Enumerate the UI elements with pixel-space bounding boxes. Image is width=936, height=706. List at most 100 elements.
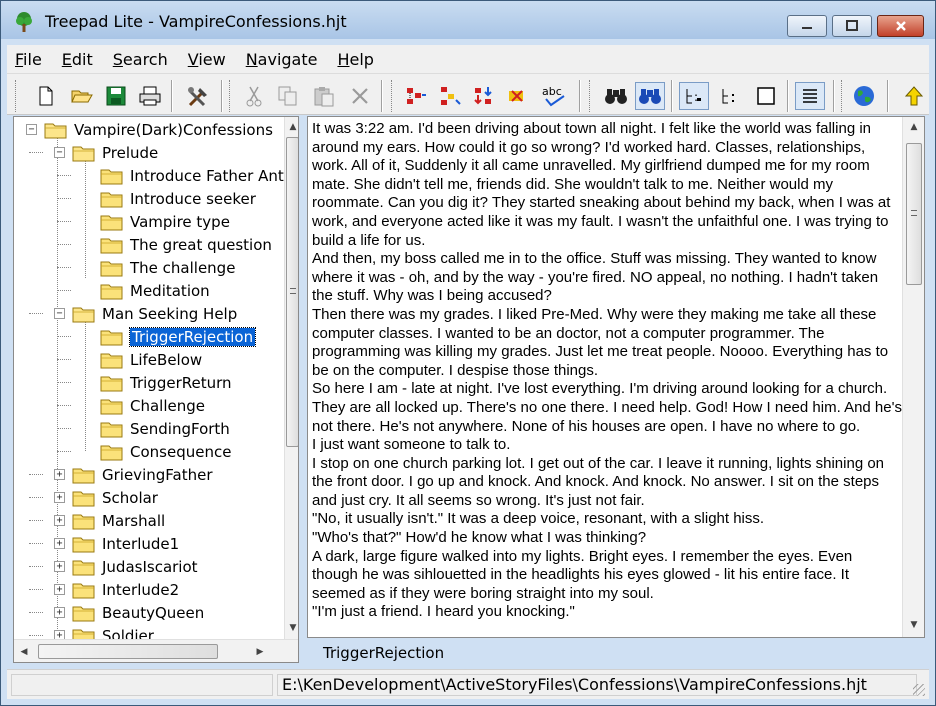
tree-node-label[interactable]: Challenge (130, 397, 205, 415)
toolbar-grip[interactable] (15, 80, 18, 112)
tree-node[interactable]: SendingForth (100, 417, 230, 440)
scroll-right-arrow-icon[interactable]: ▶ (252, 644, 268, 660)
article-text-pane[interactable]: It was 3:22 am. I'd been driving about t… (307, 116, 925, 638)
print-button[interactable] (135, 82, 165, 110)
title-bar[interactable]: Treepad Lite - VampireConfessions.hjt (1, 1, 935, 39)
tree-node[interactable]: Interlude2 (72, 578, 179, 601)
tree-node[interactable]: Prelude (72, 141, 158, 164)
save-button[interactable] (101, 82, 131, 110)
expand-toggle-icon[interactable]: + (54, 469, 65, 480)
scroll-down-arrow-icon[interactable]: ▼ (285, 620, 298, 636)
expand-toggle-icon[interactable]: + (54, 515, 65, 526)
tree-node-label[interactable]: GrievingFather (102, 466, 213, 484)
tree-node[interactable]: Interlude1 (72, 532, 179, 555)
tree-node[interactable]: Man Seeking Help (72, 302, 237, 325)
spellcheck-button[interactable]: abc (539, 82, 569, 110)
expand-toggle-icon[interactable]: + (54, 538, 65, 549)
text-scroll-thumb[interactable] (906, 143, 922, 285)
cut-button[interactable] (239, 82, 269, 110)
tree-node-label[interactable]: Meditation (130, 282, 210, 300)
tree-node[interactable]: Vampire(Dark)Confessions (44, 118, 273, 141)
collapse-toggle-icon[interactable]: − (26, 124, 37, 135)
tree-node-label[interactable]: BeautyQueen (102, 604, 204, 622)
tree-node[interactable]: BeautyQueen (72, 601, 204, 624)
text-vertical-scrollbar[interactable]: ▲ ▼ (902, 117, 924, 637)
tree-hscroll-thumb[interactable] (38, 644, 218, 659)
menu-navigate[interactable]: Navigate (238, 50, 326, 69)
tree-node-label[interactable]: Consequence (130, 443, 231, 461)
find-next-button[interactable] (635, 82, 665, 110)
expand-toggle-icon[interactable]: + (54, 630, 65, 639)
web-button[interactable] (849, 82, 879, 110)
collapse-toggle-icon[interactable]: − (54, 147, 65, 158)
copy-button[interactable] (273, 82, 303, 110)
tree-node[interactable]: TriggerReturn (100, 371, 232, 394)
move-node-button[interactable] (469, 82, 499, 110)
tree-node[interactable]: Introduce Father Ant (100, 164, 284, 187)
blank-page-button[interactable] (751, 82, 781, 110)
toolbar-grip[interactable] (589, 80, 592, 112)
expand-toggle-icon[interactable]: + (54, 492, 65, 503)
tree-node-label[interactable]: The challenge (130, 259, 235, 277)
delete-button[interactable] (345, 82, 375, 110)
tree-node-label[interactable]: Marshall (102, 512, 165, 530)
tree-node-label[interactable]: LifeBelow (130, 351, 202, 369)
tree-view-button[interactable]: : (679, 82, 709, 110)
menu-edit[interactable]: Edit (54, 50, 101, 69)
tree-node-label[interactable]: Soldier (102, 627, 154, 640)
find-button[interactable] (601, 82, 631, 110)
word-wrap-button[interactable] (795, 82, 825, 110)
tree-node-label[interactable]: TriggerReturn (130, 374, 232, 392)
tree-node[interactable]: JudasIscariot (72, 555, 198, 578)
tree-node[interactable]: Marshall (72, 509, 165, 532)
menu-help[interactable]: Help (329, 50, 381, 69)
tree-vertical-scrollbar[interactable]: ▲ ▼ (284, 117, 298, 639)
menu-view[interactable]: View (180, 50, 234, 69)
tree-node[interactable]: Meditation (100, 279, 210, 302)
close-button[interactable] (877, 15, 924, 37)
new-file-button[interactable] (31, 82, 61, 110)
menu-search[interactable]: Search (105, 50, 176, 69)
tree-node[interactable]: Vampire type (100, 210, 230, 233)
toolbar-grip[interactable] (391, 80, 394, 112)
tree-node[interactable]: Scholar (72, 486, 158, 509)
tree-collapse-button[interactable] (715, 82, 745, 110)
tree-node-label[interactable]: Introduce Father Ant (130, 167, 284, 185)
scroll-down-arrow-icon[interactable]: ▼ (906, 617, 922, 633)
tree-horizontal-scrollbar[interactable]: ◀ ▶ (14, 639, 298, 662)
scroll-up-arrow-icon[interactable]: ▲ (285, 119, 298, 135)
tree-node-label[interactable]: Man Seeking Help (102, 305, 237, 323)
tree-node[interactable]: The great question (100, 233, 272, 256)
tree-node[interactable]: Introduce seeker (100, 187, 256, 210)
tools-button[interactable] (183, 82, 213, 110)
delete-node-button[interactable] (503, 82, 533, 110)
tree-node[interactable]: LifeBelow (100, 348, 202, 371)
tree-node[interactable]: Challenge (100, 394, 205, 417)
open-button[interactable] (67, 82, 97, 110)
tree-scroll-thumb[interactable] (286, 137, 298, 447)
expand-toggle-icon[interactable]: + (54, 584, 65, 595)
paste-button[interactable] (309, 82, 339, 110)
insert-node-button[interactable] (401, 82, 431, 110)
scroll-up-arrow-icon[interactable]: ▲ (906, 119, 922, 135)
tree-node-label[interactable]: Scholar (102, 489, 158, 507)
tree-node-label[interactable]: Introduce seeker (130, 190, 256, 208)
collapse-toggle-icon[interactable]: − (54, 308, 65, 319)
tree-node-label[interactable]: The great question (130, 236, 272, 254)
tree-node[interactable]: Soldier (72, 624, 154, 639)
menu-file[interactable]: File (7, 50, 50, 69)
tree-node[interactable]: TriggerRejection (100, 325, 257, 348)
scroll-left-arrow-icon[interactable]: ◀ (16, 644, 32, 660)
article-text[interactable]: It was 3:22 am. I'd been driving about t… (312, 120, 902, 622)
up-level-button[interactable] (899, 82, 929, 110)
tree-node-label[interactable]: Vampire type (130, 213, 230, 231)
tree-node[interactable]: GrievingFather (72, 463, 213, 486)
toolbar-grip[interactable] (841, 80, 844, 112)
toolbar-grip[interactable] (229, 80, 232, 112)
tree-node-label[interactable]: Prelude (102, 144, 158, 162)
maximize-button[interactable] (832, 15, 872, 37)
add-child-button[interactable] (435, 82, 465, 110)
resize-grip-icon[interactable] (913, 684, 925, 696)
tree-node[interactable]: The challenge (100, 256, 235, 279)
tree-node-label[interactable]: Interlude2 (102, 581, 179, 599)
